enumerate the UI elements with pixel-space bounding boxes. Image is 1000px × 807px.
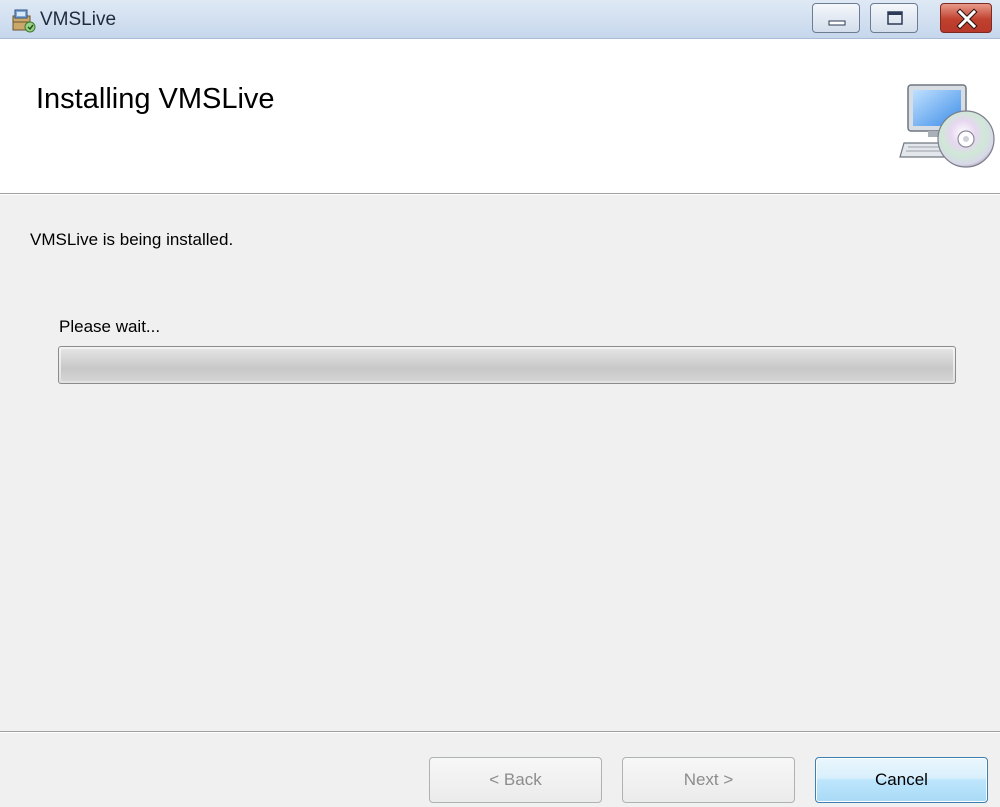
install-progress-bar <box>58 346 956 384</box>
minimize-button[interactable] <box>812 3 860 33</box>
install-status-text: VMSLive is being installed. <box>30 230 234 249</box>
maximize-button[interactable] <box>870 3 918 33</box>
window-title: VMSLive <box>40 9 117 30</box>
window-title-bar[interactable]: VMSLive <box>0 0 1000 39</box>
close-icon <box>956 8 978 30</box>
maximize-icon <box>887 11 903 25</box>
header-separator-highlight <box>0 194 1000 195</box>
progress-track <box>61 349 953 381</box>
cancel-button[interactable]: Cancel <box>815 757 988 803</box>
back-button[interactable]: < Back <box>429 757 602 803</box>
next-button[interactable]: Next > <box>622 757 795 803</box>
footer-separator-highlight <box>0 732 1000 733</box>
minimize-icon <box>828 20 846 26</box>
please-wait-label: Please wait... <box>59 317 161 336</box>
page-title: Installing VMSLive <box>36 83 275 115</box>
installer-icon <box>12 9 36 33</box>
close-button[interactable] <box>940 3 992 33</box>
computer-cd-icon <box>899 84 995 168</box>
dialog-header: Installing VMSLive <box>0 39 1000 194</box>
